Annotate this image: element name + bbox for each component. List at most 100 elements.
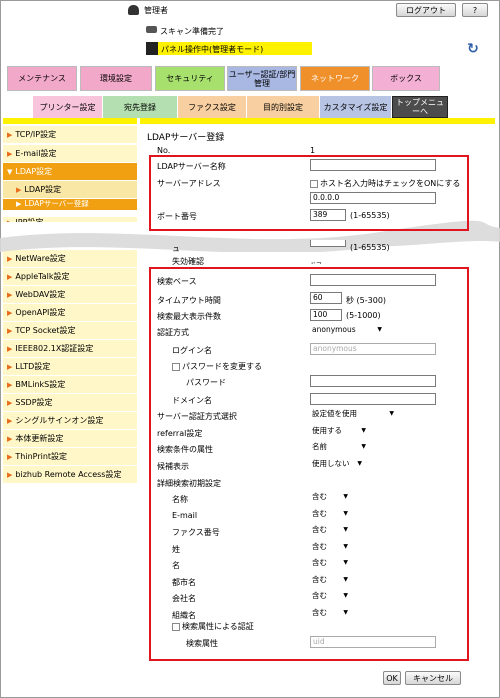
hostname-checkbox[interactable] xyxy=(310,179,318,188)
sidebar-item[interactable]: ▶ NetWare設定 xyxy=(3,250,137,268)
auth-method-select[interactable]: anonymous ▼ xyxy=(310,325,384,337)
sidebar-item[interactable]: ▶ BMLinkS設定 xyxy=(3,376,137,394)
detail-row-value: 含む xyxy=(312,492,327,501)
sidebar-item[interactable]: ▶ WebDAV設定 xyxy=(3,286,137,304)
sub-tab-2[interactable]: ファクス設定 xyxy=(178,96,247,118)
referral-label: referral設定 xyxy=(157,429,203,438)
chevron-down-icon: ▼ xyxy=(343,559,348,566)
logout-button[interactable]: ログアウト xyxy=(396,3,456,17)
server-name-input[interactable] xyxy=(310,159,436,171)
detail-row-label: 姓 xyxy=(172,544,180,554)
sidebar-item[interactable]: ▶ ThinPrint設定 xyxy=(3,448,137,466)
search-base-input[interactable] xyxy=(310,274,436,286)
main-tab-label: ユーザー認証/部門管理 xyxy=(228,69,296,88)
help-button[interactable]: ? xyxy=(462,3,488,17)
timeout-input[interactable]: 60 xyxy=(310,292,342,304)
admin-label: 管理者 xyxy=(144,6,168,15)
triangle-right-icon: ▶ xyxy=(7,291,13,299)
attr-auth-row[interactable]: 検索属性による認証 xyxy=(172,621,254,632)
sidebar-item[interactable]: ▶ 本体更新設定 xyxy=(3,430,137,448)
sub-tab-5[interactable]: トップメニューへ xyxy=(392,96,448,118)
chevron-down-icon: ▼ xyxy=(361,427,366,434)
sidebar-item[interactable]: ▶ TCP Socket設定 xyxy=(3,322,137,340)
sidebar-item[interactable]: ▶ E-mail設定 xyxy=(3,145,137,163)
sidebar-item[interactable]: ▼ LDAP設定 xyxy=(3,163,137,181)
sidebar-item[interactable]: ▶ bizhub Remote Access設定 xyxy=(3,466,137,484)
ok-button[interactable]: OK xyxy=(383,671,401,685)
detail-row-select[interactable]: 含む ▼ xyxy=(310,591,350,603)
main-tab-1[interactable]: 環境設定 xyxy=(80,66,152,91)
domain-input[interactable] xyxy=(310,393,436,405)
chevron-down-icon: ▼ xyxy=(343,493,348,500)
panel-lock-icon xyxy=(146,42,158,55)
sidebar-item-label: LDAP設定 xyxy=(15,167,53,176)
login-name-input[interactable]: anonymous xyxy=(310,343,436,355)
sub-tab-label: 目的別設定 xyxy=(263,102,303,112)
sidebar-item[interactable]: ▶ LDAPサーバー登録 xyxy=(3,199,137,211)
detail-row-select[interactable]: 含む ▼ xyxy=(310,558,350,570)
triangle-right-icon: ▶ xyxy=(7,345,13,353)
sidebar-item-label: LDAPサーバー登録 xyxy=(24,199,89,208)
partial-range: (1-65535) xyxy=(350,243,390,252)
attr-auth-checkbox[interactable] xyxy=(172,622,180,631)
detail-row-select[interactable]: 含む ▼ xyxy=(310,574,350,587)
sidebar-item[interactable]: ▶ SSDP設定 xyxy=(3,394,137,412)
referral-select[interactable]: 使用する ▼ xyxy=(310,426,368,438)
detail-row-label: 名称 xyxy=(172,495,188,504)
max-results-input[interactable]: 100 xyxy=(310,309,342,321)
detail-row-select[interactable]: 含む ▼ xyxy=(310,607,350,620)
candidate-select[interactable]: 使用しない ▼ xyxy=(310,459,364,471)
sidebar-item-label: ThinPrint設定 xyxy=(15,452,68,461)
chevron-down-icon: ▼ xyxy=(343,592,348,599)
main-tab-3[interactable]: ユーザー認証/部門管理 xyxy=(227,66,297,91)
change-password-checkbox[interactable] xyxy=(172,362,180,371)
no-value: 1 xyxy=(310,146,316,155)
sub-tab-label: カスタマイズ設定 xyxy=(323,102,388,112)
main-tab-2[interactable]: セキュリティ xyxy=(155,66,225,91)
detail-row-value: 含む xyxy=(312,508,327,518)
sidebar-item[interactable]: ▶ TCP/IP設定 xyxy=(3,126,137,144)
triangle-right-icon: ▶ xyxy=(7,363,13,371)
sidebar-item-label: NetWare設定 xyxy=(15,254,66,263)
refresh-icon[interactable]: ↻ xyxy=(466,42,480,56)
sub-tab-4[interactable]: カスタマイズ設定 xyxy=(320,96,392,118)
sub-tab-0[interactable]: プリンター設定 xyxy=(33,96,103,118)
triangle-right-icon: ▶ xyxy=(7,381,13,389)
detail-row-select[interactable]: 含む ▼ xyxy=(310,541,350,554)
change-password-row[interactable]: パスワードを変更する xyxy=(172,361,262,372)
partial-input[interactable] xyxy=(310,240,346,247)
form-title: LDAPサーバー登録 xyxy=(147,133,225,143)
no-label: No. xyxy=(157,146,171,155)
sidebar-item[interactable]: ▶ シングルサインオン設定 xyxy=(3,412,137,430)
detail-row-select[interactable]: 含む ▼ xyxy=(310,508,350,521)
admin-icon xyxy=(128,5,139,15)
server-address-input[interactable]: 0.0.0.0 xyxy=(310,192,436,204)
main-tab-5[interactable]: ボックス xyxy=(372,66,440,91)
sub-tab-1[interactable]: 宛先登録 xyxy=(103,96,178,118)
sidebar-item[interactable]: ▶ OpenAPI設定 xyxy=(3,304,137,322)
cancel-button[interactable]: キャンセル xyxy=(405,671,461,685)
detail-row-select[interactable]: 含む ▼ xyxy=(310,525,350,537)
hostname-checkbox-row[interactable]: ホスト名入力時はチェックをONにする xyxy=(310,178,460,189)
sidebar-item[interactable]: ▶ LDAP設定 xyxy=(3,181,137,199)
server-auth-select[interactable]: 設定値を使用 ▼ xyxy=(310,409,396,421)
main-tab-4[interactable]: ネットワーク xyxy=(300,66,370,91)
sidebar-item[interactable]: ▶ IEEE802.1X認証設定 xyxy=(3,340,137,358)
partial-label-2: 失効確認 xyxy=(172,257,204,266)
sidebar-item-label: BMLinkS設定 xyxy=(15,380,66,389)
port-input[interactable]: 389 xyxy=(310,209,346,221)
sidebar-item[interactable]: ▶ AppleTalk設定 xyxy=(3,268,137,286)
password-input[interactable] xyxy=(310,375,436,387)
hostname-check-label: ホスト名入力時はチェックをONにする xyxy=(320,179,461,188)
search-attribute-input[interactable]: uid xyxy=(310,636,436,648)
main-tab-0[interactable]: メンテナンス xyxy=(7,66,77,91)
detail-row-label: 組織名 xyxy=(172,610,196,620)
search-attr-select[interactable]: 名前 ▼ xyxy=(310,442,368,454)
detail-row-value: 含む xyxy=(312,541,327,551)
sub-tab-3[interactable]: 目的別設定 xyxy=(247,96,320,118)
triangle-right-icon: ▶ xyxy=(7,150,13,158)
sidebar-item-label: AppleTalk設定 xyxy=(15,272,70,281)
sidebar-item[interactable]: ▶ LLTD設定 xyxy=(3,358,137,376)
triangle-right-icon: ▶ xyxy=(7,435,13,443)
detail-row-select[interactable]: 含む ▼ xyxy=(310,492,350,504)
